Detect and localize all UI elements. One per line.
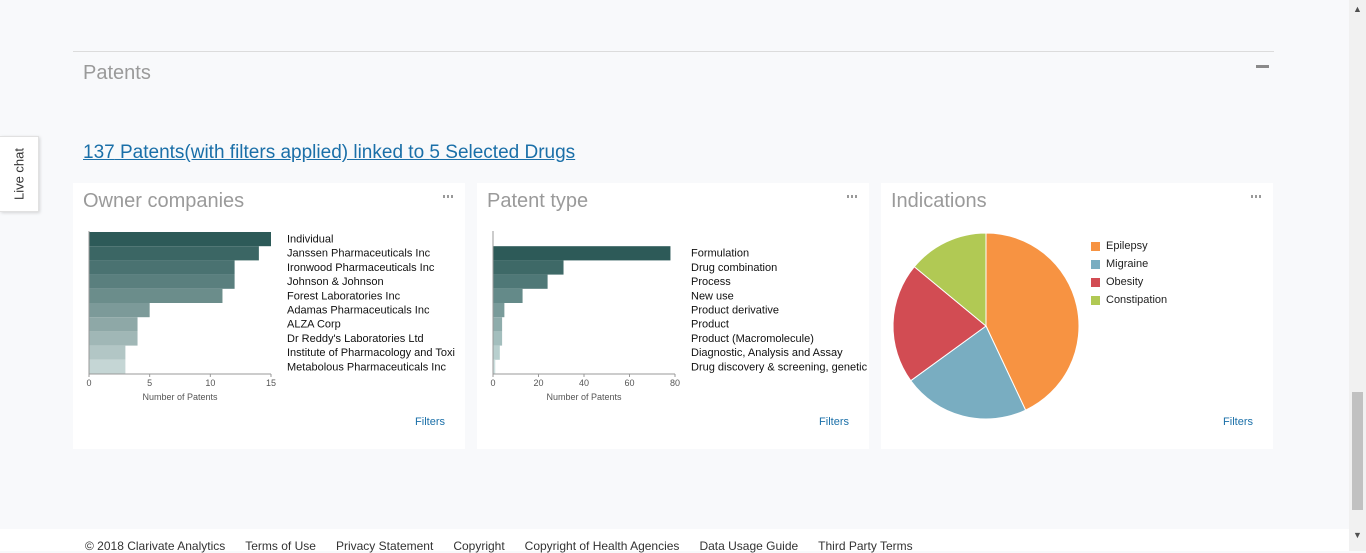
legend-item[interactable]: Epilepsy xyxy=(1091,237,1167,255)
bar xyxy=(493,246,671,261)
live-chat-label: Live chat xyxy=(11,147,27,201)
x-tick-label: 15 xyxy=(266,378,276,388)
bar-label: Janssen Pharmaceuticals Inc xyxy=(287,248,431,260)
bar-label: Drug discovery & screening, genetic xyxy=(691,361,868,373)
bar-label: Dr Reddy's Laboratories Ltd xyxy=(287,333,424,345)
filters-link[interactable]: Filters xyxy=(415,416,445,428)
bar xyxy=(493,288,523,303)
bar xyxy=(89,274,235,289)
legend-label: Epilepsy xyxy=(1106,240,1148,252)
legend-swatch xyxy=(1091,259,1100,269)
bar xyxy=(493,303,505,318)
section-divider xyxy=(73,51,1274,52)
bar-label: Institute of Pharmacology and Toxi xyxy=(287,347,455,359)
bar xyxy=(493,274,548,289)
patent-type-chart: Formulation Drug combination Process New us… xyxy=(490,231,868,402)
bar-label: Process xyxy=(691,276,731,288)
bar-label: Formulation xyxy=(691,248,749,260)
filters-link[interactable]: Filters xyxy=(819,416,849,428)
x-tick-label: 0 xyxy=(86,378,91,388)
patent-count: 137 xyxy=(83,142,115,163)
footer: © 2018 Clarivate Analytics Terms of Use … xyxy=(0,529,1349,553)
owner-companies-card: Owner companies Individual Janssen Pharma… xyxy=(73,183,465,449)
legend-swatch xyxy=(1091,241,1100,251)
summary-end-text: Selected Drugs xyxy=(440,142,576,163)
pie-legend: Epilepsy Migraine Obesity Constipation xyxy=(1091,237,1167,309)
bar-label: ALZA Corp xyxy=(287,319,341,331)
x-tick-label: 0 xyxy=(490,378,495,388)
drug-count: 5 xyxy=(429,142,440,163)
bar-label: Product xyxy=(691,319,729,331)
section-title: Patents xyxy=(83,62,151,84)
legend-swatch xyxy=(1091,295,1100,305)
bar-label: Metabolous Pharmaceuticals Inc xyxy=(287,361,446,373)
summary-middle-text: Patents(with filters applied) linked to xyxy=(114,142,430,163)
live-chat-tab[interactable]: Live chat xyxy=(0,136,39,212)
bar xyxy=(89,359,126,374)
collapse-section-button[interactable] xyxy=(1256,65,1269,68)
x-tick-label: 60 xyxy=(624,378,634,388)
bar xyxy=(89,232,271,247)
bar xyxy=(493,345,500,360)
x-tick-label: 5 xyxy=(147,378,152,388)
x-tick-label: 20 xyxy=(533,378,543,388)
scrollbar-thumb[interactable] xyxy=(1352,392,1363,510)
x-axis-title: Number of Patents xyxy=(546,392,622,402)
indications-card: Indications Epilepsy Migraine Obesity Const… xyxy=(881,183,1273,449)
bar-label: Johnson & Johnson xyxy=(287,276,384,288)
legend-item[interactable]: Obesity xyxy=(1091,273,1167,291)
scroll-down-arrow-icon[interactable]: ▼ xyxy=(1349,526,1366,543)
bar-label: Product (Macromolecule) xyxy=(691,333,814,345)
legend-item[interactable]: Migraine xyxy=(1091,255,1167,273)
bar-label: Ironwood Pharmaceuticals Inc xyxy=(287,262,435,274)
bar-label: New use xyxy=(691,290,734,302)
patent-type-card: Patent type Formulation Drug combination P… xyxy=(477,183,869,449)
bar-label: Forest Laboratories Inc xyxy=(287,290,401,302)
bar xyxy=(89,331,138,346)
x-tick-label: 10 xyxy=(205,378,215,388)
bar xyxy=(89,288,223,303)
filters-link[interactable]: Filters xyxy=(1223,416,1253,428)
bar xyxy=(493,317,503,332)
bar xyxy=(89,303,150,318)
owner-companies-chart: Individual Janssen Pharmaceuticals Inc Iro… xyxy=(86,231,455,402)
legend-item[interactable]: Constipation xyxy=(1091,291,1167,309)
vertical-scrollbar[interactable]: ▲ ▼ xyxy=(1349,0,1366,551)
legend-label: Migraine xyxy=(1106,258,1149,270)
bar-label: Diagnostic, Analysis and Assay xyxy=(691,347,843,359)
bar xyxy=(89,260,235,275)
x-axis-title: Number of Patents xyxy=(142,392,218,402)
indications-pie-chart xyxy=(892,232,1080,420)
bar xyxy=(89,246,259,261)
legend-swatch xyxy=(1091,277,1100,287)
bar-label: Drug combination xyxy=(691,262,777,274)
bar-label: Adamas Pharmaceuticals Inc xyxy=(287,305,430,317)
scroll-up-arrow-icon[interactable]: ▲ xyxy=(1349,0,1366,17)
x-tick-label: 80 xyxy=(670,378,680,388)
legend-label: Obesity xyxy=(1106,276,1144,288)
bar xyxy=(89,317,138,332)
bar xyxy=(493,331,503,346)
legend-label: Constipation xyxy=(1106,294,1168,306)
patents-summary-link[interactable]: 137 Patents(with filters applied) linked… xyxy=(83,142,575,164)
bar-label: Individual xyxy=(287,234,333,246)
x-tick-label: 40 xyxy=(579,378,589,388)
bar xyxy=(493,260,564,275)
bar-label: Product derivative xyxy=(691,305,779,317)
bar xyxy=(89,345,126,360)
